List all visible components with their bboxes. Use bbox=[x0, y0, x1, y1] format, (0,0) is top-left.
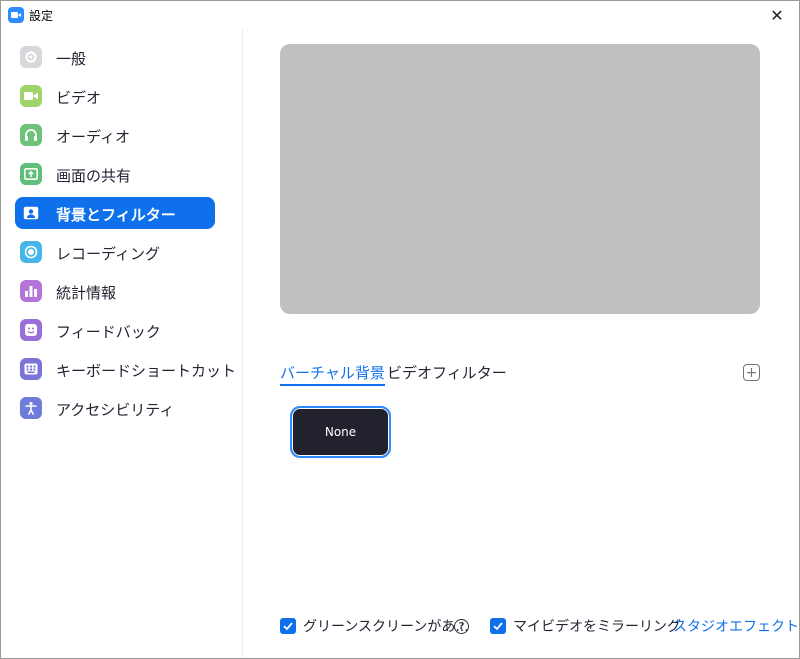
mirror-video-label[interactable]: マイビデオをミラーリング bbox=[513, 616, 681, 636]
video-preview bbox=[280, 44, 760, 314]
sidebar-item-video[interactable]: ビデオ bbox=[15, 80, 215, 112]
sidebar-item-accessibility[interactable]: アクセシビリティ bbox=[15, 392, 215, 424]
sidebar-item-recording[interactable]: レコーディング bbox=[15, 236, 215, 268]
tab-virtual-background[interactable]: バーチャル背景 bbox=[280, 362, 385, 386]
background-options-footer: グリーンスクリーンがあ... ? マイビデオをミラーリング スタジオエフェクト（… bbox=[280, 615, 799, 637]
sidebar-item-general[interactable]: 一般 bbox=[15, 41, 215, 73]
settings-window: 設定 ✕ 一般 ビデオ オーディオ 画面の共有 背景とフィルター レコーディング… bbox=[0, 0, 800, 659]
keyboard-icon bbox=[20, 358, 42, 380]
close-button[interactable]: ✕ bbox=[755, 1, 799, 29]
background-filters-panel: バーチャル背景 ビデオフィルター + None グリーンスクリーンがあ... ?… bbox=[244, 29, 799, 658]
green-screen-label[interactable]: グリーンスクリーンがあ... bbox=[303, 616, 469, 636]
sidebar-item-audio[interactable]: オーディオ bbox=[15, 119, 215, 151]
title-bar: 設定 ✕ bbox=[1, 1, 799, 29]
sidebar-item-label: アクセシビリティ bbox=[56, 401, 175, 419]
zoom-app-icon bbox=[8, 7, 24, 23]
sidebar-item-label: レコーディング bbox=[56, 245, 160, 263]
smiley-icon bbox=[20, 319, 42, 341]
accessibility-icon bbox=[20, 397, 42, 419]
green-screen-checkbox[interactable] bbox=[280, 618, 296, 634]
studio-effects-link[interactable]: スタジオエフェクト（β bbox=[673, 616, 799, 636]
tab-video-filters[interactable]: ビデオフィルター bbox=[387, 362, 507, 386]
add-background-button[interactable]: + bbox=[743, 364, 760, 381]
sidebar-item-feedback[interactable]: フィードバック bbox=[15, 314, 215, 346]
sidebar-item-background-filters[interactable]: 背景とフィルター bbox=[15, 197, 215, 229]
background-option-none[interactable]: None bbox=[290, 406, 391, 458]
share-screen-icon bbox=[20, 163, 42, 185]
sidebar-item-label: 画面の共有 bbox=[56, 167, 132, 185]
sidebar-item-label: オーディオ bbox=[56, 128, 130, 146]
headphones-icon bbox=[20, 124, 42, 146]
checkmark-icon bbox=[493, 622, 503, 631]
bar-chart-icon bbox=[20, 280, 42, 302]
video-camera-icon bbox=[20, 85, 42, 107]
sidebar-item-keyboard-shortcuts[interactable]: キーボードショートカット bbox=[15, 353, 236, 385]
sidebar-item-label: キーボードショートカット bbox=[56, 362, 237, 380]
sidebar-item-share-screen[interactable]: 画面の共有 bbox=[15, 158, 215, 190]
record-icon bbox=[20, 241, 42, 263]
checkmark-icon bbox=[283, 622, 293, 631]
background-portrait-icon bbox=[20, 202, 42, 224]
background-option-label: None bbox=[324, 425, 357, 439]
gear-icon bbox=[20, 46, 42, 68]
sidebar-item-label: 統計情報 bbox=[56, 284, 117, 302]
help-icon[interactable]: ? bbox=[454, 619, 469, 634]
sidebar-item-label: 一般 bbox=[56, 50, 87, 68]
sidebar-item-label: フィードバック bbox=[56, 323, 161, 341]
window-title: 設定 bbox=[29, 9, 54, 23]
sidebar-item-label: ビデオ bbox=[56, 89, 102, 107]
plus-icon: + bbox=[745, 364, 758, 381]
settings-sidebar: 一般 ビデオ オーディオ 画面の共有 背景とフィルター レコーディング 統計情報… bbox=[1, 29, 243, 658]
sidebar-item-statistics[interactable]: 統計情報 bbox=[15, 275, 215, 307]
sidebar-item-label: 背景とフィルター bbox=[56, 206, 176, 224]
mirror-video-checkbox[interactable] bbox=[490, 618, 506, 634]
